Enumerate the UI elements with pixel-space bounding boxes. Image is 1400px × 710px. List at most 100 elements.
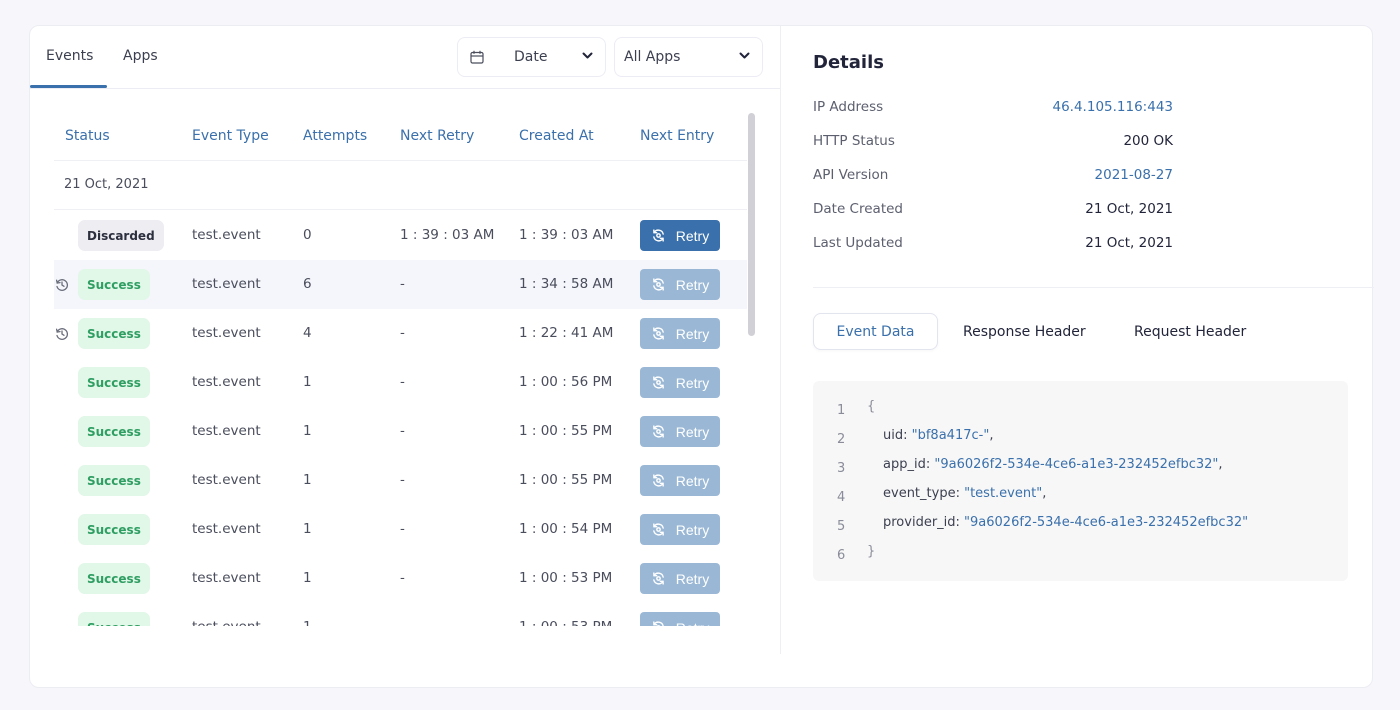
json-comma: , — [1042, 486, 1047, 501]
table-row[interactable]: Success test.event 6 - 1 : 34 : 58 AM Retry — [54, 260, 747, 309]
retry-button[interactable]: Retry — [640, 220, 720, 251]
date-filter-label: Date — [514, 49, 548, 65]
table-row[interactable]: Success test.event 1 - 1 : 00 : 53 PM Retry — [54, 554, 747, 603]
events-card: Events Apps Date All Apps Status Event T… — [29, 25, 1374, 688]
created-at: 1 : 00 : 53 PM — [519, 619, 612, 626]
event-type: test.event — [192, 423, 261, 439]
attempts: 1 — [303, 472, 312, 488]
detail-value: 200 OK — [1123, 133, 1173, 149]
detail-http-status: HTTP Status 200 OK — [813, 133, 1173, 153]
code-line: 1{ — [813, 399, 1348, 427]
events-tabs: Events Apps Date All Apps — [30, 26, 780, 89]
detail-value[interactable]: 2021-08-27 — [1095, 167, 1173, 183]
status-badge: Success — [78, 318, 150, 349]
event-data-code-block: 1{2 uid: "bf8a417c-", 3 app_id: "9a6026f2-5… — [813, 381, 1348, 581]
retry-icon — [651, 522, 666, 537]
event-type: test.event — [192, 619, 261, 626]
attempts: 1 — [303, 570, 312, 586]
table-row[interactable]: Success test.event 4 - 1 : 22 : 41 AM Retry — [54, 309, 747, 358]
retry-button[interactable]: Retry — [640, 563, 720, 594]
retry-label: Retry — [676, 620, 709, 627]
retry-icon — [651, 473, 666, 488]
details-pane: Details IP Address 46.4.105.116:443 HTTP… — [781, 26, 1374, 687]
brace-close: } — [867, 544, 876, 559]
tab-events[interactable]: Events — [46, 48, 93, 64]
retry-button[interactable]: Retry — [640, 514, 720, 545]
retry-icon — [651, 571, 666, 586]
column-attempts: Attempts — [303, 128, 368, 144]
retry-button[interactable]: Retry — [640, 367, 720, 398]
detail-value: 21 Oct, 2021 — [1085, 201, 1173, 217]
detail-value: 21 Oct, 2021 — [1085, 235, 1173, 251]
date-filter[interactable]: Date — [457, 37, 606, 77]
status-badge: Success — [78, 514, 150, 545]
json-key: uid — [883, 428, 904, 443]
code-line: 3 app_id: "9a6026f2-534e-4ce6-a1e3-232452… — [813, 457, 1348, 485]
retry-label: Retry — [675, 374, 710, 391]
created-at: 1 : 00 : 55 PM — [519, 423, 613, 439]
status-badge: Success — [78, 416, 150, 447]
detail-label: HTTP Status — [813, 133, 895, 149]
table-row[interactable]: Success test.event 1 - 1 : 00 : 56 PM Retry — [54, 358, 747, 407]
tab-request-header[interactable]: Request Header — [1134, 313, 1246, 350]
events-table: Status Event Type Attempts Next Retry Cr… — [54, 113, 747, 626]
retry-icon — [651, 326, 666, 341]
retry-button[interactable]: Retry — [640, 465, 720, 496]
retry-button[interactable]: Retry — [640, 318, 720, 349]
json-comma: , — [1218, 457, 1223, 472]
retry-label: Retry — [675, 227, 710, 244]
event-type: test.event — [192, 521, 261, 537]
table-row[interactable]: Success test.event 1 - 1 : 00 : 55 PM Retry — [54, 407, 747, 456]
event-type: test.event — [192, 472, 261, 488]
retry-label: Retry — [675, 423, 710, 440]
status-badge: Discarded — [78, 220, 164, 251]
detail-label: Last Updated — [813, 235, 903, 251]
line-number: 6 — [837, 548, 846, 563]
table-row[interactable]: Success test.event 1 - 1 : 00 : 55 PM Retry — [54, 456, 747, 505]
detail-ip-address: IP Address 46.4.105.116:443 — [813, 99, 1173, 119]
retry-icon — [651, 424, 666, 439]
status-badge: Success — [78, 269, 150, 300]
retry-label: Retry — [675, 472, 710, 489]
retry-button[interactable]: Retry — [640, 269, 720, 300]
calendar-icon — [470, 50, 484, 64]
group-date: 21 Oct, 2021 — [64, 177, 149, 192]
history-icon[interactable] — [55, 277, 69, 291]
table-row[interactable]: Discarded test.event 0 1 : 39 : 03 AM 1 : 39… — [54, 211, 747, 260]
status-badge: Success — [78, 612, 150, 626]
apps-filter-select[interactable]: All Apps — [614, 37, 763, 77]
json-key: event_type — [883, 486, 956, 501]
retry-button[interactable]: Retry — [640, 416, 720, 447]
status-badge: Success — [78, 367, 150, 398]
attempts: 6 — [303, 276, 312, 292]
column-next-entry: Next Entry — [640, 128, 715, 144]
table-scrollbar-thumb[interactable] — [748, 113, 755, 336]
chevron-down-icon — [739, 52, 750, 59]
tab-response-header[interactable]: Response Header — [963, 313, 1086, 350]
status-badge: Success — [78, 465, 150, 496]
chevron-down-icon — [582, 52, 593, 59]
detail-last-updated: Last Updated 21 Oct, 2021 — [813, 235, 1173, 255]
retry-icon — [651, 620, 666, 626]
retry-button[interactable]: Retry — [640, 612, 720, 626]
created-at: 1 : 22 : 41 AM — [519, 325, 614, 341]
table-row[interactable]: Success test.event 1 - 1 : 00 : 54 PM Retry — [54, 505, 747, 554]
line-number: 4 — [837, 490, 846, 505]
table-row[interactable]: Success test.event 1 - 1 : 00 : 53 PM Retry — [54, 603, 747, 626]
detail-api-version: API Version 2021-08-27 — [813, 167, 1173, 187]
tab-apps[interactable]: Apps — [123, 48, 158, 64]
code-line: 2 uid: "bf8a417c-", — [813, 428, 1348, 456]
created-at: 1 : 34 : 58 AM — [519, 276, 614, 292]
next-retry: - — [400, 276, 405, 292]
column-next-retry: Next Retry — [400, 128, 475, 144]
next-retry: - — [400, 521, 405, 537]
json-value: "bf8a417c-" — [911, 428, 990, 443]
brace-open: { — [867, 399, 876, 414]
detail-value[interactable]: 46.4.105.116:443 — [1053, 99, 1174, 115]
json-value: "9a6026f2-534e-4ce6-a1e3-232452efbc32" — [964, 515, 1249, 530]
next-retry: - — [400, 423, 405, 439]
tab-event-data[interactable]: Event Data — [813, 313, 938, 350]
history-icon[interactable] — [55, 326, 69, 340]
events-pane: Events Apps Date All Apps Status Event T… — [30, 26, 780, 687]
next-retry: - — [400, 619, 405, 626]
